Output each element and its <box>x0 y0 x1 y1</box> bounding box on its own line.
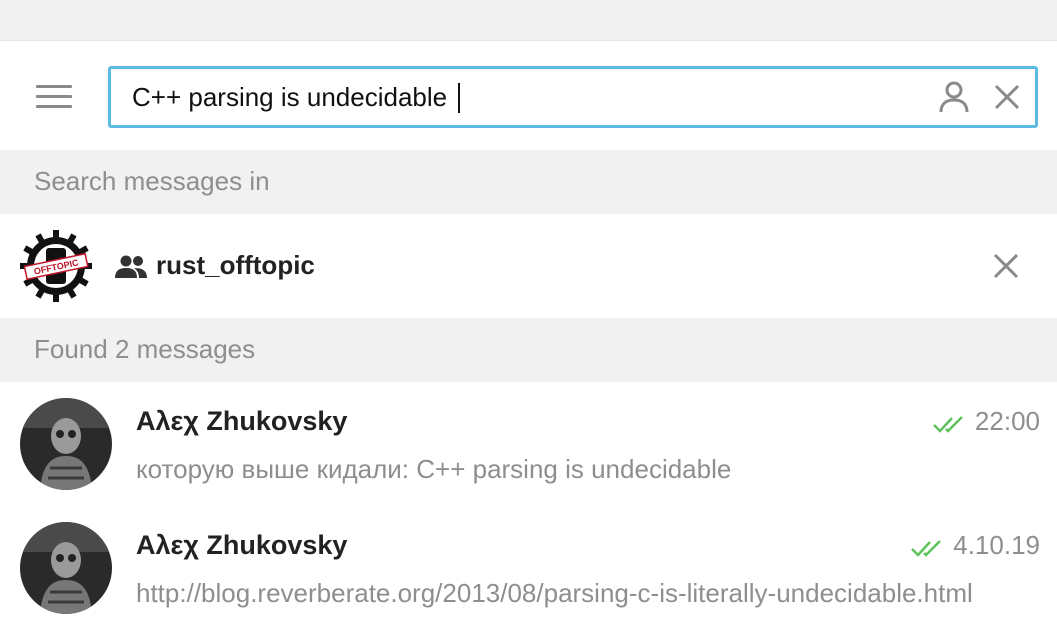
search-in-label: Search messages in <box>34 166 270 196</box>
search-input[interactable] <box>132 69 922 125</box>
search-box[interactable] <box>108 66 1038 128</box>
chat-name: rust_offtopic <box>156 250 315 280</box>
close-icon[interactable] <box>991 81 1023 113</box>
message-result[interactable]: Αλεχ Zhukovsky 4.10.19 http://blog.rever… <box>0 508 1057 632</box>
search-in-header: Search messages in <box>0 150 1057 214</box>
sender-name: Αλεχ Zhukovsky <box>136 406 348 436</box>
message-time: 4.10.19 <box>953 530 1040 560</box>
found-header: Found 2 messages <box>0 318 1057 382</box>
sender-avatar <box>20 522 112 614</box>
sender-avatar <box>20 398 112 490</box>
sender-name: Αλεχ Zhukovsky <box>136 530 348 560</box>
chat-filter-row[interactable]: OFFTOPIC rust_offtopic <box>0 214 1057 318</box>
text-caret <box>458 83 460 113</box>
close-icon[interactable] <box>990 250 1022 282</box>
message-preview: http://blog.reverberate.org/2013/08/pars… <box>136 578 973 608</box>
group-icon <box>115 255 147 278</box>
hamburger-menu-icon[interactable] <box>28 78 80 114</box>
chat-avatar: OFFTOPIC <box>20 230 92 302</box>
message-time: 22:00 <box>974 406 1040 436</box>
search-bar <box>0 42 1057 150</box>
person-icon[interactable] <box>936 79 972 115</box>
message-result[interactable]: Αλεχ Zhukovsky 22:00 которую выше кидали… <box>0 384 1057 508</box>
double-check-icon <box>933 416 963 433</box>
window-top-strip <box>0 0 1057 41</box>
double-check-icon <box>911 540 941 557</box>
found-count-label: Found 2 messages <box>34 334 256 364</box>
message-preview: которую выше кидали: C++ parsing is unde… <box>136 454 732 484</box>
